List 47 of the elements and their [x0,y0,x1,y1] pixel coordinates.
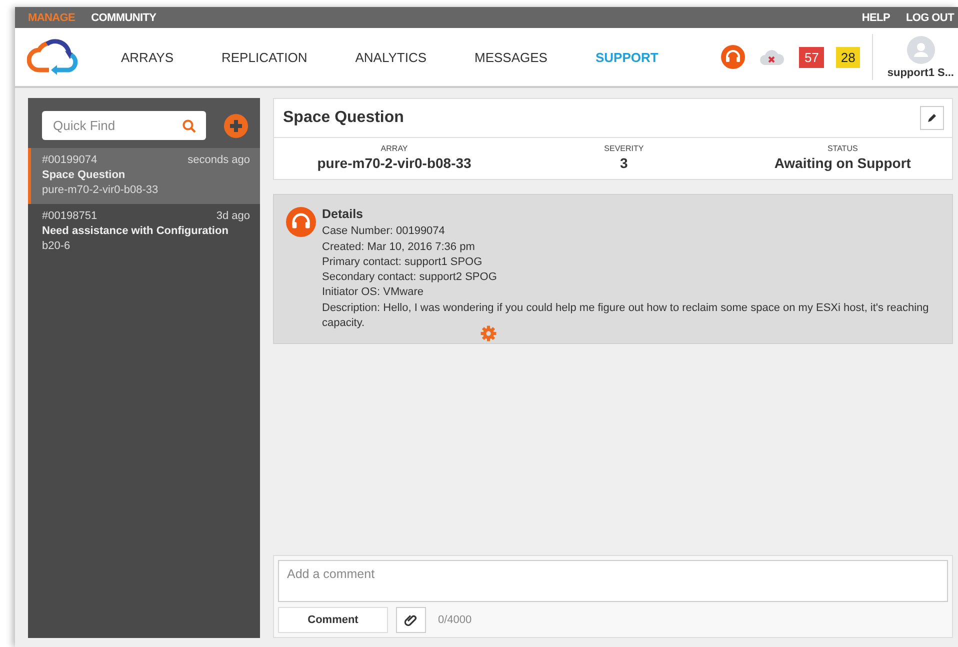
details-heading: Details [322,207,364,222]
field-label: SEVERITY [604,144,644,153]
pencil-icon [927,113,937,123]
nav-tab[interactable]: MESSAGES [474,50,548,64]
field-value: Awaiting on Support [774,155,911,171]
case-item[interactable]: #00199074 seconds ago Space Question pure-m70-2-vir0-b08-33 [28,148,260,204]
case-time: seconds ago [188,153,250,168]
case-number: #00198751 [42,209,98,224]
case-title: Need assistance with Configuration [42,224,230,239]
user-name[interactable]: support1 S... [887,66,954,78]
case-title-heading: Space Question [283,109,404,127]
field-value: 3 [620,155,628,171]
detail-line: Case Number: 00199074 [322,224,446,240]
field-value: pure-m70-2-vir0-b08-33 [317,155,472,171]
detail-line: Secondary contact: support2 SPOG [322,270,498,286]
cloud-error-icon[interactable] [759,48,786,66]
field-label: ARRAY [380,144,408,153]
headset-icon [286,207,316,237]
edit-button[interactable] [920,106,944,130]
detail-line: Primary contact: support1 SPOG [322,254,484,270]
detail-line: Created: Mar 10, 2016 7:36 pm [322,240,476,255]
alert-count-badge[interactable]: 57 [799,46,824,68]
field-label: STATUS [827,144,858,153]
top-link[interactable]: HELP [862,12,890,24]
case-number: #00199074 [42,153,98,168]
comment-button[interactable]: Comment [278,607,388,633]
search-icon[interactable] [182,119,196,133]
detail-line: Description: Hello, I was wondering if you could help me figure out how to reclaim some space on my ESXi host, it's reaching capacity. [322,300,930,332]
headset-icon[interactable] [721,45,746,69]
case-time: 3d ago [216,209,250,224]
character-counter: 0/4000 [438,614,472,626]
top-link[interactable]: LOG OUT [906,12,954,24]
comment-field[interactable]: Add a comment [278,560,948,602]
case-array: b20-6 [42,239,72,254]
detail-line: Initiator OS: VMware [322,285,424,300]
paperclip-icon [404,613,418,627]
nav-tab[interactable]: ANALYTICS [355,50,426,64]
search-field[interactable]: Quick Find [42,111,206,140]
case-array: pure-m70-2-vir0-b08-33 [42,183,160,198]
top-link[interactable]: COMMUNITY [91,12,156,24]
case-item[interactable]: #00198751 3d ago Need assistance with Configuration b20-6 [28,204,260,260]
case-title: Space Question [42,168,126,183]
attach-button[interactable] [396,607,426,633]
nav-tab[interactable]: REPLICATION [222,50,308,64]
alert-count-badge[interactable]: 28 [836,46,860,68]
add-icon[interactable] [224,114,248,138]
nav-tab[interactable]: ARRAYS [121,50,174,64]
